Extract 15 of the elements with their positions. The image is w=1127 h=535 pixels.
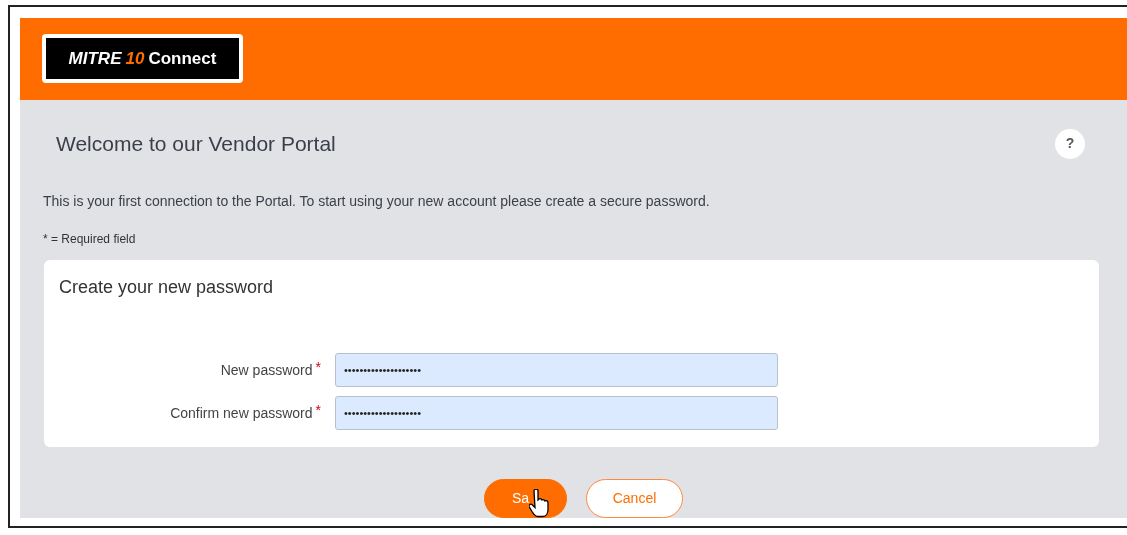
help-button[interactable]: ? [1055,128,1085,159]
required-label: * [315,357,321,377]
field-label: New password [220,360,313,380]
required-label: * [315,400,321,420]
logo-word: MITRE [68,48,122,71]
page-title: Welcome to our Vendor Portal [56,130,336,157]
password-field[interactable]: •••••••••••••••••••• [335,353,778,388]
hand-cursor-icon [529,489,549,519]
field-label: Confirm new password [170,403,313,423]
card-title: Create your new password [58,276,275,300]
intro-text: This is your first connection to the Portal. To start using your new account please create a secure password. [42,192,711,212]
required-note: * = Required field [42,231,137,249]
logo-mark: 10 [125,48,145,71]
logo-product: Connect [148,48,217,71]
password-field[interactable]: •••••••••••••••••••• [335,396,778,431]
